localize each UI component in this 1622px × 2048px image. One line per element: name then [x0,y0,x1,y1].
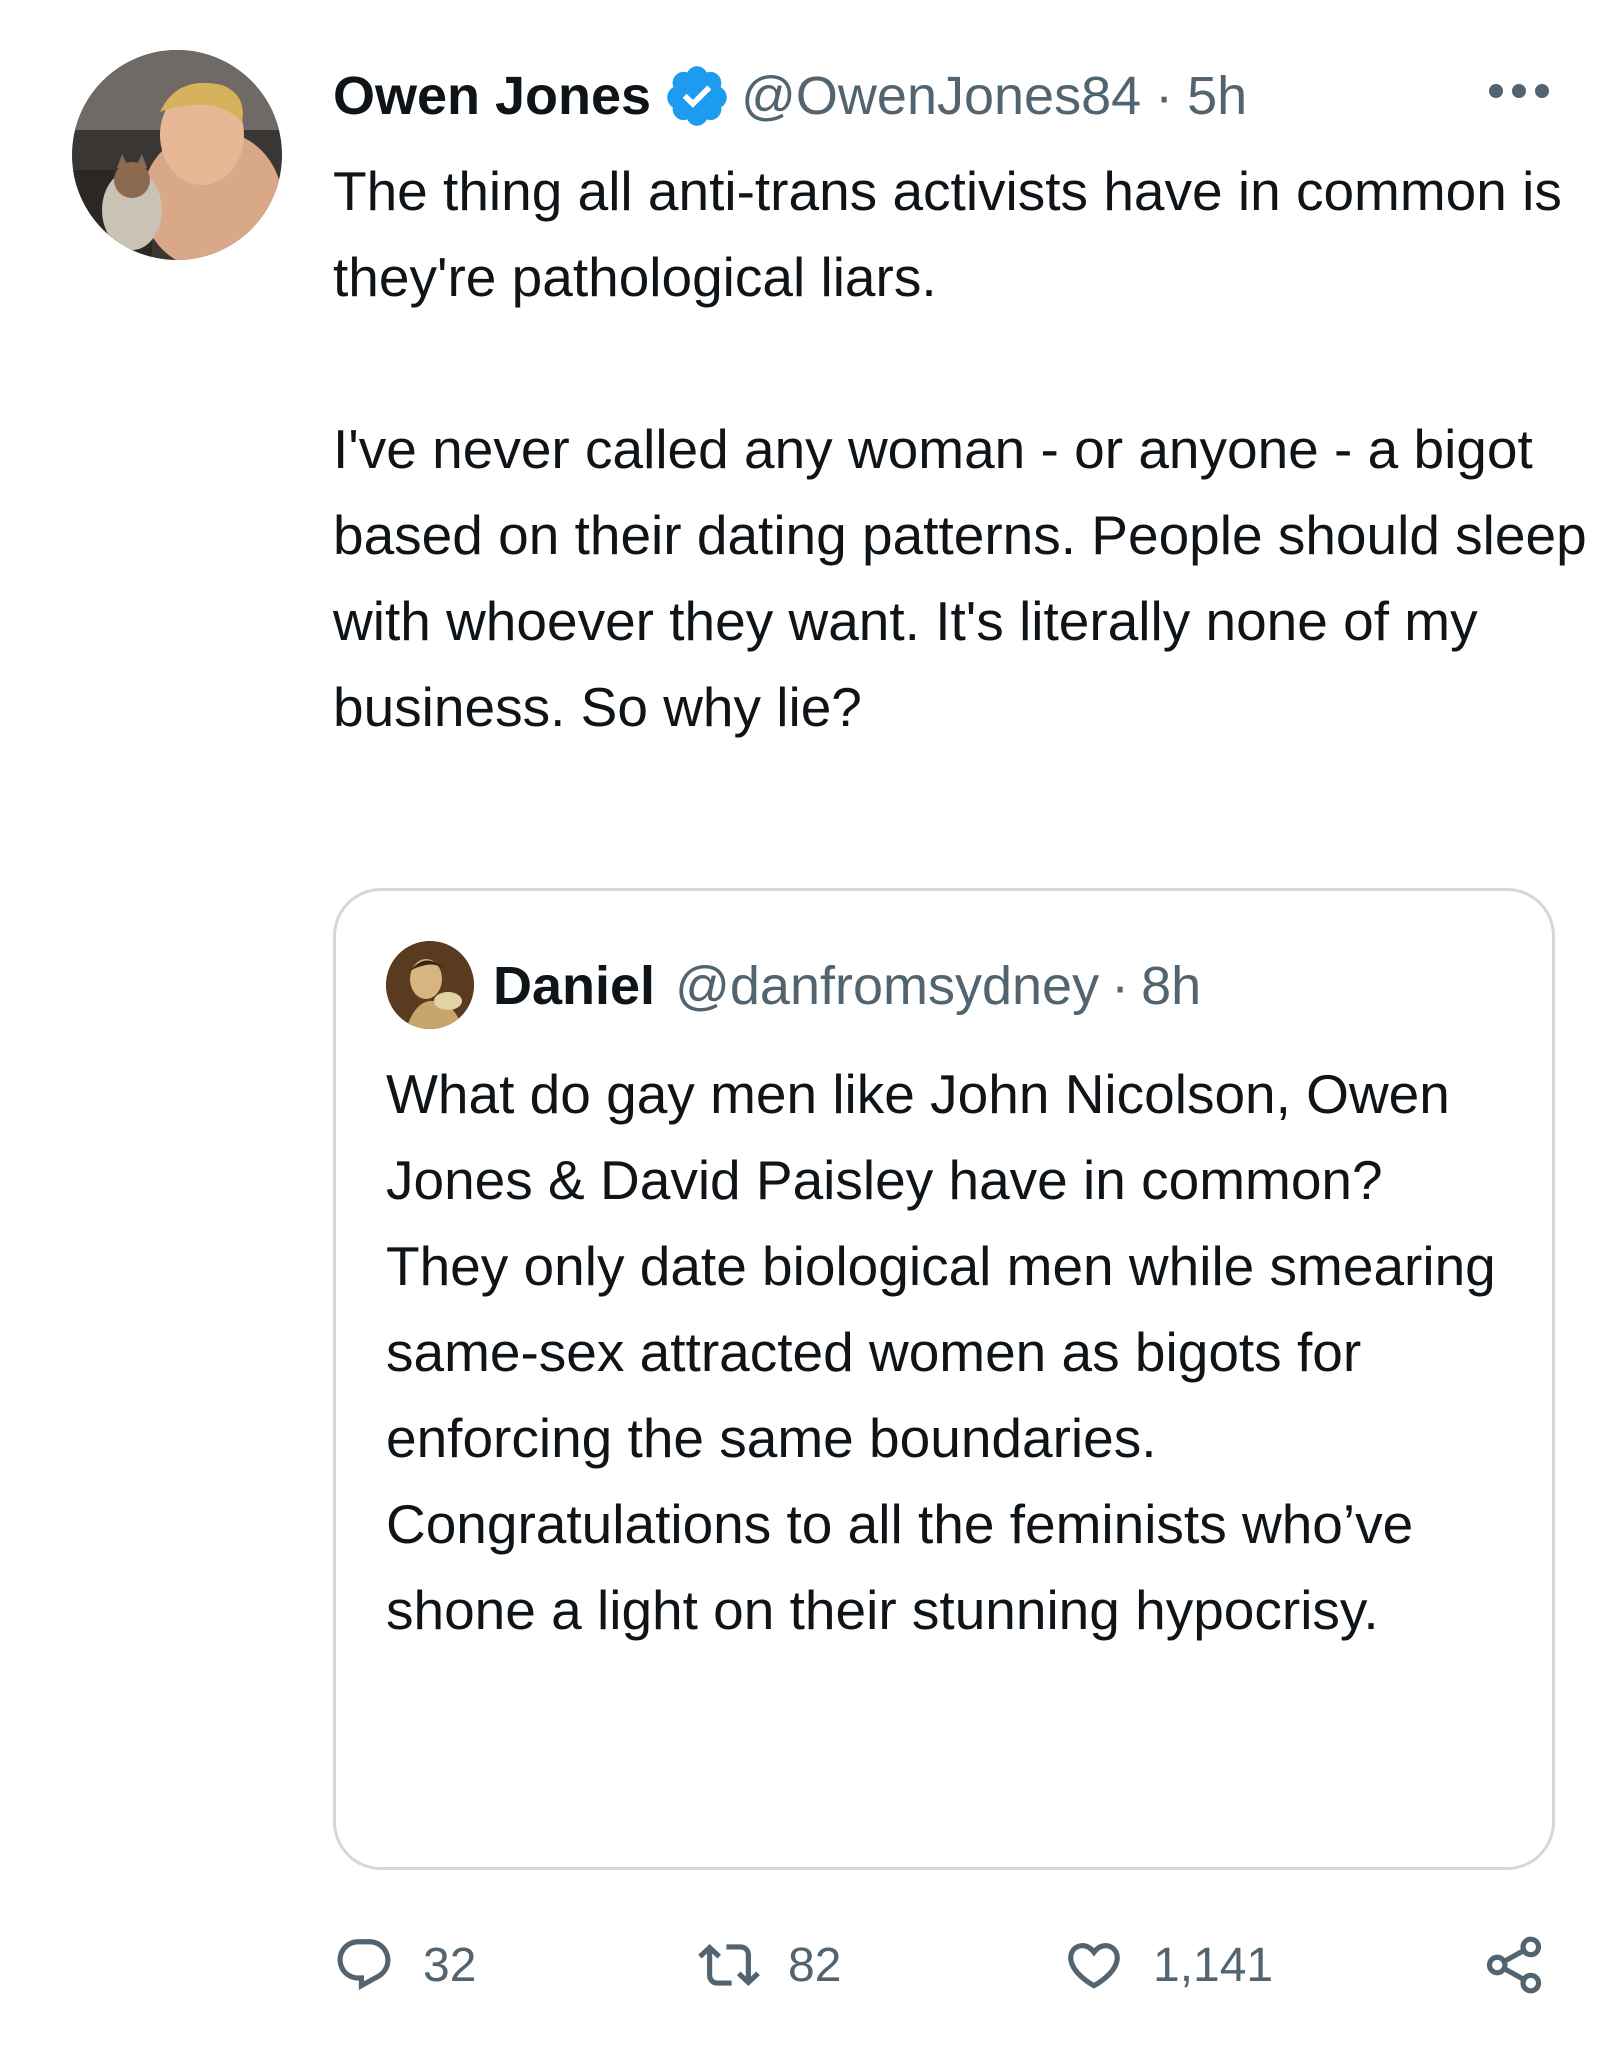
quoted-author-name[interactable]: Daniel [493,955,655,1017]
author-avatar[interactable] [72,50,282,260]
tweet-text: The thing all anti-trans activists have … [333,148,1593,750]
tweet: Owen Jones @OwenJones84 · 5h The thing a… [0,0,1622,2048]
tweet-header: Owen Jones @OwenJones84 · 5h [333,58,1247,134]
painting-avatar-icon [386,941,474,1029]
author-name[interactable]: Owen Jones [333,65,651,127]
quoted-tweet-paragraph: What do gay men like John Nicolson, Owen… [386,1063,1496,1641]
separator-dot: · [1155,66,1174,126]
reply-button[interactable]: 32 [333,1930,476,2000]
quoted-author-handle[interactable]: @danfromsydney [675,955,1099,1017]
quoted-tweet[interactable]: Daniel @danfromsydney · 8h What do gay m… [333,888,1555,1870]
like-count: 1,141 [1153,1938,1274,1992]
quoted-tweet-header: Daniel @danfromsydney · 8h [493,951,1201,1021]
tweet-paragraph: The thing all anti-trans activists have … [333,160,1562,308]
quoted-tweet-text: What do gay men like John Nicolson, Owen… [386,1051,1506,1653]
tweet-paragraph: I've never called any woman - or anyone … [333,418,1587,738]
quoted-tweet-timestamp[interactable]: 8h [1141,955,1201,1017]
author-handle[interactable]: @OwenJones84 [741,65,1141,127]
reply-count: 32 [423,1938,477,1992]
retweet-icon [698,1944,760,1986]
heart-icon [1068,1943,1120,1989]
separator-dot: · [1111,956,1130,1016]
tweet-actions: 32 82 1,141 [333,1930,1563,2000]
share-icon [1486,1936,1542,1994]
verified-badge-icon [663,62,731,130]
like-button[interactable]: 1,141 [1063,1930,1273,2000]
more-horizontal-icon [1489,84,1549,98]
profile-photo-icon [72,50,282,260]
retweet-count: 82 [788,1938,842,1992]
retweet-button[interactable]: 82 [698,1930,841,2000]
tweet-timestamp[interactable]: 5h [1187,65,1247,127]
reply-icon [337,1939,391,1991]
share-button[interactable] [1483,1930,1545,2000]
more-options-button[interactable] [1484,76,1554,106]
quoted-author-avatar[interactable] [386,941,474,1029]
